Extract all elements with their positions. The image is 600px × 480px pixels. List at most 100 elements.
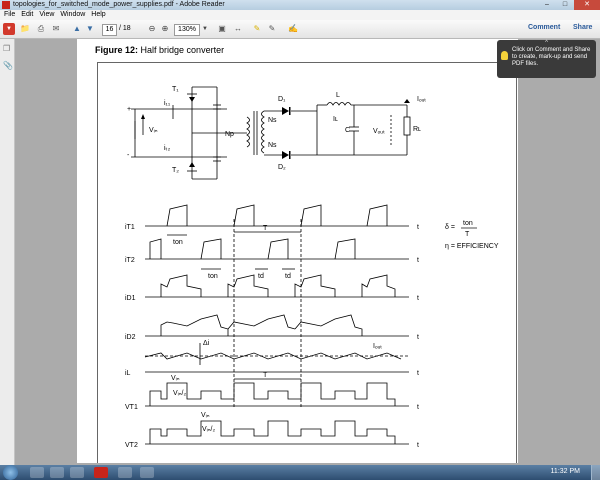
output-voltage-label: Vₒᵤₜ bbox=[373, 128, 385, 135]
inductor-label: L bbox=[336, 92, 340, 99]
switch-t1-label: T₁ bbox=[172, 86, 179, 93]
taskbar-app-icon-1[interactable] bbox=[30, 467, 44, 478]
menu-view[interactable]: View bbox=[39, 10, 54, 20]
show-desktop-button[interactable] bbox=[591, 465, 600, 480]
email-icon[interactable]: ✉ bbox=[50, 23, 62, 35]
maximize-icon[interactable]: □ bbox=[556, 0, 574, 10]
waveform-label-id1: iD1 bbox=[125, 295, 136, 302]
switch-t2-label: T₂ bbox=[172, 167, 179, 174]
ripple-label: Δi bbox=[203, 340, 210, 347]
vt2-vin-half-label: Vᵢₙ/₂ bbox=[202, 426, 216, 433]
waveform-label-id2: iD2 bbox=[125, 334, 136, 341]
close-icon[interactable]: ✕ bbox=[574, 0, 600, 10]
time-axis-label-3: t bbox=[417, 295, 419, 302]
attachments-icon[interactable]: 📎 bbox=[3, 61, 13, 70]
load-resistor-label: Rʟ bbox=[413, 126, 421, 133]
time-axis-label-6: t bbox=[417, 404, 419, 411]
input-voltage-label: Vᵢₙ bbox=[149, 127, 158, 134]
ton-label-2: ton bbox=[208, 273, 218, 280]
page-thumbnails-icon[interactable]: ❐ bbox=[3, 44, 11, 53]
secondary-winding-bottom-label: Ns bbox=[268, 142, 277, 149]
toolbar: ▼ 📁 ⎙ ✉ ▲ ▼ 16 / 18 ⊖ ⊕ 130% ▼ ▣ ↔ ✎ ✎ ✍… bbox=[0, 20, 600, 39]
period-label-2: T bbox=[263, 372, 268, 379]
next-page-icon[interactable]: ▼ bbox=[84, 23, 96, 35]
primary-winding-label: Np bbox=[225, 131, 234, 138]
menu-help[interactable]: Help bbox=[91, 10, 105, 20]
sign-icon[interactable]: ✍ bbox=[287, 23, 299, 35]
ton-label: ton bbox=[173, 239, 183, 246]
duty-cycle-label: δ = bbox=[445, 224, 455, 231]
title-bar: topologies_for_switched_mode_power_suppl… bbox=[0, 0, 600, 10]
waveform-label-il: iL bbox=[125, 370, 131, 377]
windows-taskbar: 11:32 PM bbox=[0, 465, 600, 480]
zoom-out-icon[interactable]: ⊖ bbox=[146, 23, 158, 35]
output-current-label: Iₒᵤₜ bbox=[417, 96, 426, 103]
time-axis-label-1: t bbox=[417, 224, 419, 231]
previous-page-icon[interactable]: ▲ bbox=[71, 23, 83, 35]
highlight-icon[interactable]: ✎ bbox=[266, 23, 278, 35]
tooltip-text: Click on Comment and Share to create, ma… bbox=[512, 47, 591, 67]
diode-d2-label: D₂ bbox=[278, 164, 286, 171]
open-folder-icon[interactable]: 📁 bbox=[19, 23, 31, 35]
half-bridge-figure: + - T₁ i₁₁ Vᵢₙ iₜ₂ T₂ Np Ns Ns D₁ D₂ L I… bbox=[125, 86, 499, 449]
menu-window[interactable]: Window bbox=[60, 10, 85, 20]
duty-cycle-denominator: T bbox=[465, 231, 470, 238]
fit-width-icon[interactable]: ↔ bbox=[232, 23, 244, 35]
taskbar-app-icon-3[interactable] bbox=[70, 467, 84, 478]
current-it2-label: iₜ₂ bbox=[164, 145, 171, 152]
td-label-2: td bbox=[285, 273, 291, 280]
inductor-current-label: Iʟ bbox=[333, 116, 338, 123]
period-label: T bbox=[263, 225, 268, 232]
zoom-select[interactable]: 130% bbox=[174, 24, 200, 36]
system-clock[interactable]: 11:32 PM bbox=[551, 468, 580, 475]
waveform-label-vt2: VT2 bbox=[125, 442, 138, 449]
menu-bar: File Edit View Window Help bbox=[0, 10, 600, 20]
secondary-winding-top-label: Ns bbox=[268, 117, 277, 124]
page-number-input[interactable]: 16 bbox=[102, 24, 117, 36]
menu-file[interactable]: File bbox=[4, 10, 15, 20]
td-label-1: td bbox=[258, 273, 264, 280]
time-axis-label-2: t bbox=[417, 257, 419, 264]
collapse-chevron-icon[interactable]: ^ bbox=[497, 40, 596, 47]
lightbulb-icon bbox=[501, 51, 508, 60]
vt2-vin-label: Vᵢₙ bbox=[201, 412, 210, 419]
vt1-vin-label: Vᵢₙ bbox=[171, 375, 180, 382]
taskbar-app-icon-6[interactable] bbox=[140, 467, 154, 478]
duty-cycle-numerator: ton bbox=[463, 220, 473, 227]
window-controls: – □ ✕ bbox=[538, 0, 600, 10]
sticky-note-icon[interactable]: ✎ bbox=[251, 23, 263, 35]
waveform-label-it1: iT1 bbox=[125, 224, 135, 231]
taskbar-adobe-reader-icon[interactable] bbox=[94, 467, 108, 478]
taskbar-app-icon-2[interactable] bbox=[50, 467, 64, 478]
time-axis-label-5: t bbox=[417, 370, 419, 377]
share-button[interactable]: Share bbox=[573, 24, 592, 31]
waveform-label-vt1: VT1 bbox=[125, 404, 138, 411]
efficiency-label: η = EFFICIENCY bbox=[445, 243, 499, 250]
waveform-label-it2: iT2 bbox=[125, 257, 135, 264]
time-axis-label-7: t bbox=[417, 442, 419, 449]
zoom-dropdown-icon[interactable]: ▼ bbox=[199, 23, 211, 35]
navigation-sidebar: ❐ 📎 bbox=[0, 39, 15, 465]
input-minus-label: - bbox=[127, 152, 130, 159]
taskbar-app-icon-5[interactable] bbox=[118, 467, 132, 478]
page-total: / 18 bbox=[119, 25, 131, 32]
capacitor-label: C bbox=[345, 127, 350, 134]
start-button-icon[interactable] bbox=[3, 465, 18, 480]
fit-page-icon[interactable]: ▣ bbox=[216, 23, 228, 35]
current-it1-label: i₁₁ bbox=[164, 100, 171, 107]
adobe-reader-icon bbox=[2, 1, 10, 9]
comment-share-tooltip[interactable]: ^ Click on Comment and Share to create, … bbox=[497, 40, 596, 78]
document-page: Figure 12: Half bridge converter + - T₁ … bbox=[77, 39, 518, 463]
create-pdf-icon[interactable]: ▼ bbox=[3, 23, 15, 35]
iout-waveform-label: Iₒᵤₜ bbox=[373, 343, 382, 350]
menu-edit[interactable]: Edit bbox=[21, 10, 33, 20]
window-title: topologies_for_switched_mode_power_suppl… bbox=[13, 1, 225, 8]
zoom-in-icon[interactable]: ⊕ bbox=[159, 23, 171, 35]
print-icon[interactable]: ⎙ bbox=[35, 23, 47, 35]
diode-d1-label: D₁ bbox=[278, 96, 286, 103]
minimize-icon[interactable]: – bbox=[538, 0, 556, 10]
input-plus-label: + bbox=[127, 106, 131, 113]
comment-button[interactable]: Comment bbox=[528, 24, 560, 31]
time-axis-label-4: t bbox=[417, 334, 419, 341]
vt1-vin-half-label: Vᵢₙ/₂ bbox=[173, 390, 187, 397]
